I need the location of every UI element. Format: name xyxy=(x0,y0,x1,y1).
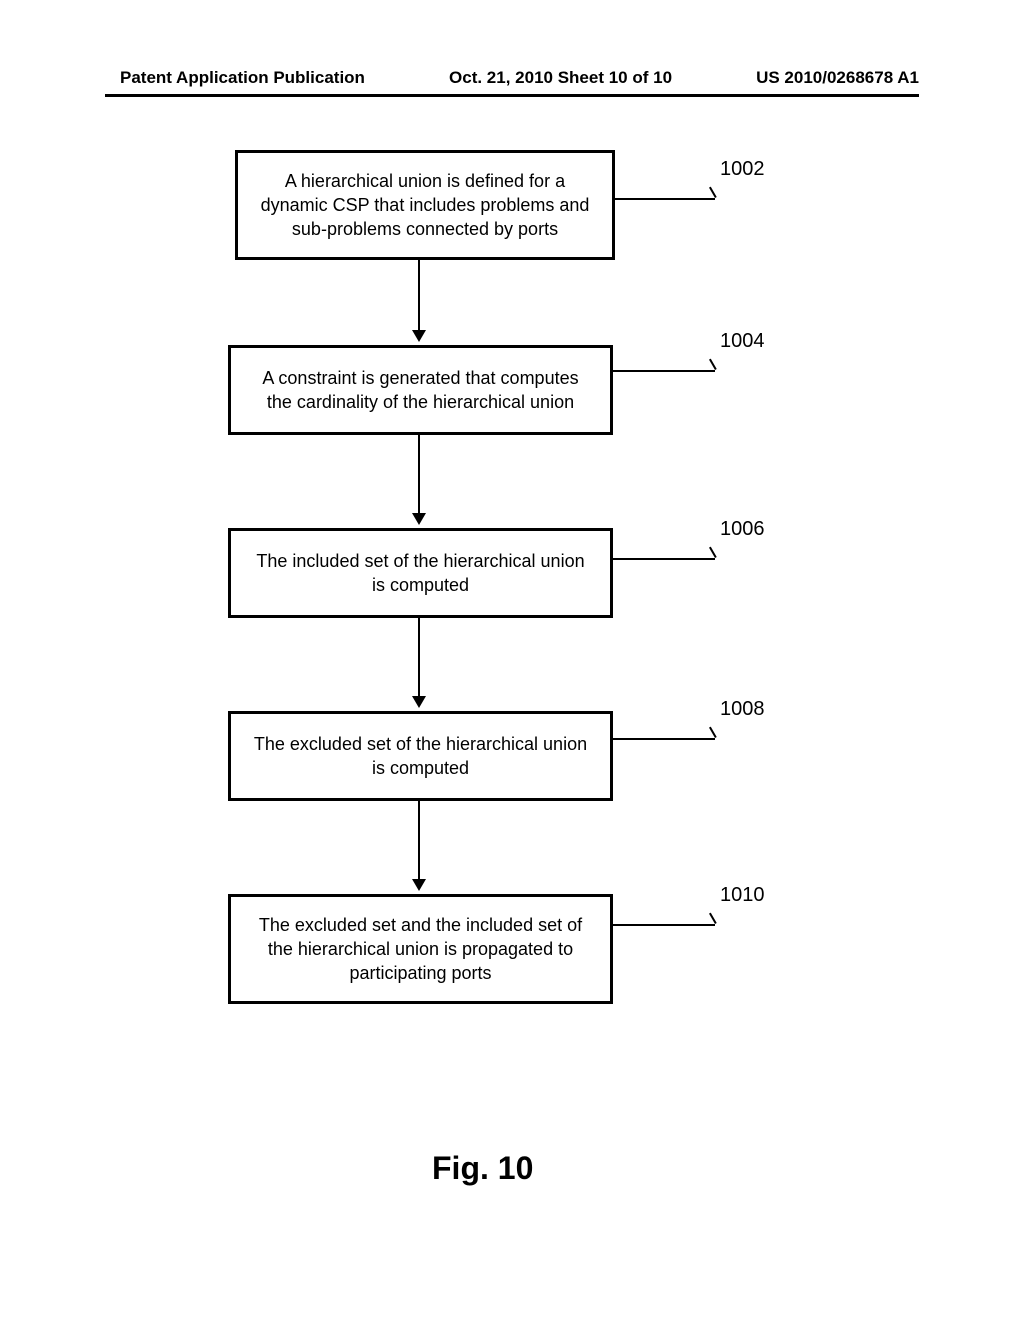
figure-caption: Fig. 10 xyxy=(432,1150,533,1187)
tick-1004 xyxy=(709,359,717,370)
tick-1002 xyxy=(709,187,717,198)
box-5-text: The excluded set and the included set of… xyxy=(251,913,590,986)
arrow-4-5 xyxy=(418,801,420,889)
header-center: Oct. 21, 2010 Sheet 10 of 10 xyxy=(449,68,672,88)
label-1006: 1006 xyxy=(720,518,765,541)
label-1010: 1010 xyxy=(720,884,765,907)
tick-1006 xyxy=(709,547,717,558)
box-2: A constraint is generated that computes … xyxy=(228,345,613,435)
label-1004: 1004 xyxy=(720,330,765,353)
connector-1008 xyxy=(613,738,715,740)
box-1: A hierarchical union is defined for a dy… xyxy=(235,150,615,260)
label-1002: 1002 xyxy=(720,158,765,181)
box-2-text: A constraint is generated that computes … xyxy=(251,366,590,415)
header-left: Patent Application Publication xyxy=(120,68,365,88)
box-3-text: The included set of the hierarchical uni… xyxy=(251,549,590,598)
arrow-3-4 xyxy=(418,618,420,706)
box-1-text: A hierarchical union is defined for a dy… xyxy=(258,169,592,242)
label-1008: 1008 xyxy=(720,698,765,721)
tick-1010 xyxy=(709,913,717,924)
box-3: The included set of the hierarchical uni… xyxy=(228,528,613,618)
box-5: The excluded set and the included set of… xyxy=(228,894,613,1004)
connector-1006 xyxy=(613,558,715,560)
tick-1008 xyxy=(709,727,717,738)
header-divider xyxy=(105,94,919,97)
box-4-text: The excluded set of the hierarchical uni… xyxy=(251,732,590,781)
arrow-2-3 xyxy=(418,435,420,523)
box-4: The excluded set of the hierarchical uni… xyxy=(228,711,613,801)
connector-1002 xyxy=(615,198,715,200)
connector-1004 xyxy=(613,370,715,372)
connector-1010 xyxy=(613,924,715,926)
arrow-1-2 xyxy=(418,260,420,340)
header-right: US 2010/0268678 A1 xyxy=(756,68,919,88)
